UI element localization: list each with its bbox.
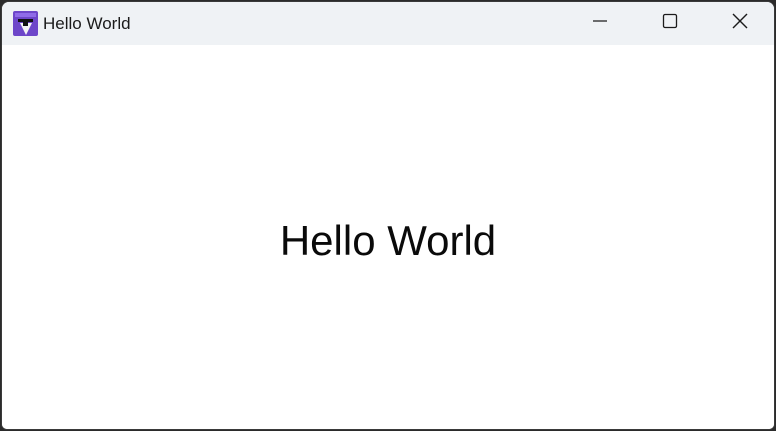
- app-icon[interactable]: [13, 11, 38, 36]
- content-area: Hello World: [2, 45, 774, 429]
- title-bar[interactable]: Hello World: [2, 2, 774, 45]
- maximize-icon: [662, 13, 678, 34]
- close-button[interactable]: [705, 2, 774, 45]
- close-icon: [731, 12, 749, 35]
- minimize-button[interactable]: [565, 2, 635, 45]
- app-window: Hello World Hello World: [1, 1, 775, 430]
- maximize-button[interactable]: [635, 2, 705, 45]
- minimize-icon: [592, 13, 608, 34]
- window-title: Hello World: [43, 14, 131, 33]
- hello-world-text: Hello World: [279, 217, 497, 264]
